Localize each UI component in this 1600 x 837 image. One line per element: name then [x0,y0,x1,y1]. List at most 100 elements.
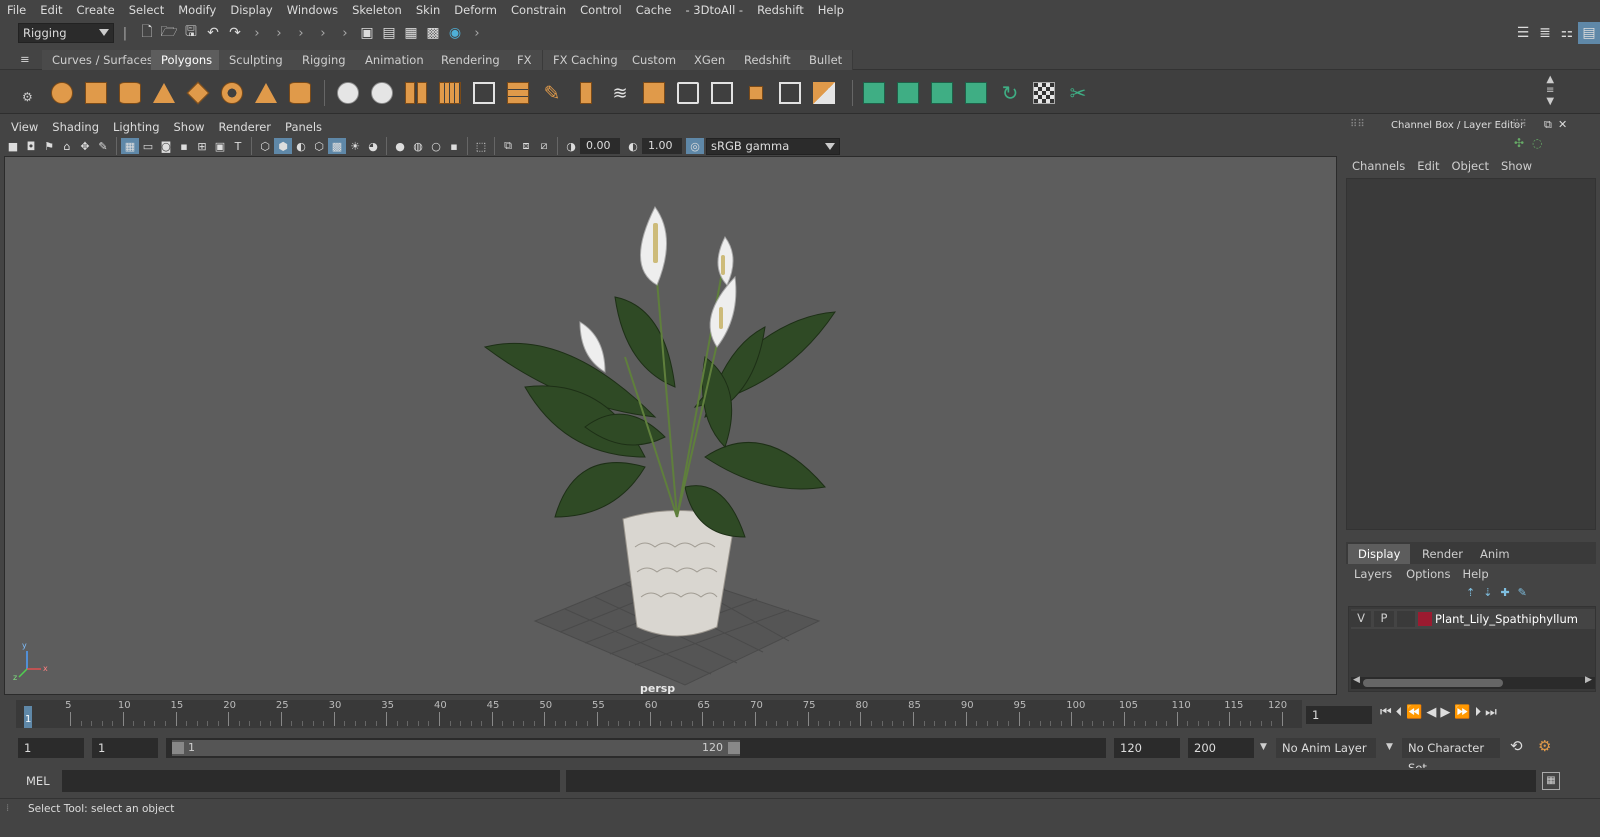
separate-icon[interactable] [368,79,396,107]
menu-cache[interactable]: Cache [629,3,679,17]
new-scene-icon[interactable]: 🗋 [136,22,158,44]
collapse-arrow-icon[interactable]: › [466,26,488,41]
playback-end-field[interactable]: 120 [1114,738,1180,758]
exposure-icon[interactable]: ◑ [562,138,580,154]
attribute-editor-icon[interactable]: ≣ [1534,22,1556,44]
range-end-grip[interactable] [728,742,740,754]
menuset-dropdown[interactable]: Rigging [18,23,114,43]
offset-edge-loop-icon[interactable] [708,79,736,107]
chevron-down-icon[interactable]: ▼ [1260,742,1267,752]
anim-layer-dropdown[interactable]: No Anim Layer [1276,738,1376,758]
layers-menu[interactable]: Layers [1346,567,1400,581]
anti-aliasing-icon[interactable]: ○ [427,138,445,154]
extrude-icon[interactable] [504,79,532,107]
camera-attributes-icon[interactable]: ◘ [22,138,40,154]
film-gate-icon[interactable]: ▭ [139,138,157,154]
render-settings-icon[interactable]: ▩ [422,22,444,44]
edit-menu[interactable]: Edit [1411,159,1445,173]
layer-row[interactable]: V P Plant_Lily_Spathiphyllum [1351,609,1595,629]
gamma-field[interactable]: 1.00 [642,138,682,154]
uv-unfold-icon[interactable]: ↻ [996,79,1024,107]
drag-handle-icon[interactable]: ⠿⠿ [1512,119,1527,130]
perspective-viewport[interactable]: y x z [4,156,1337,695]
save-scene-icon[interactable]: 🖫 [180,22,202,44]
select-camera-icon[interactable]: ■ [4,138,22,154]
gate-mask-icon[interactable]: ▪ [175,138,193,154]
2d-pan-zoom-icon[interactable]: ✥ [76,138,94,154]
tab-xgen[interactable]: XGen [684,50,737,70]
collapse-arrow-icon[interactable]: › [290,26,312,41]
drag-handle-icon[interactable]: ⠿⠿ [1350,119,1365,130]
append-polygon-icon[interactable] [776,79,804,107]
tab-polygons[interactable]: Polygons [151,50,224,70]
layer-color-swatch[interactable] [1418,612,1432,626]
move-layer-up-icon[interactable]: ⇡ [1466,586,1483,599]
channel-box-area[interactable] [1346,178,1596,530]
depth-of-field-icon[interactable]: ▪ [445,138,463,154]
collapse-arrow-icon[interactable]: › [268,26,290,41]
tool-settings-icon[interactable]: ⚏ [1556,22,1578,44]
motion-blur-icon[interactable]: ◍ [409,138,427,154]
menu-help[interactable]: Help [811,3,851,17]
color-management-icon[interactable]: ◎ [686,138,704,154]
menu-constrain[interactable]: Constrain [504,3,573,17]
layer-visibility-toggle[interactable]: V [1351,611,1371,627]
menu-skin[interactable]: Skin [409,3,447,17]
menu-create[interactable]: Create [70,3,122,17]
field-chart-icon[interactable]: ⊞ [193,138,211,154]
target-weld-icon[interactable] [572,79,600,107]
smooth-icon[interactable] [436,79,464,107]
boolean-icon[interactable] [810,79,838,107]
preferences-icon[interactable]: ⚙ [1538,737,1551,755]
bevel-icon[interactable] [470,79,498,107]
new-layer-icon[interactable]: ✚ [1500,586,1517,599]
tab-fx-caching[interactable]: FX Caching [543,50,629,70]
layer-type-toggle[interactable] [1397,611,1415,627]
poly-pyramid-icon[interactable] [252,79,280,107]
poly-sphere-icon[interactable] [48,79,76,107]
menu-control[interactable]: Control [573,3,629,17]
lights-icon[interactable]: ☀ [346,138,364,154]
command-language-label[interactable]: MEL [26,774,50,788]
new-layer-selected-icon[interactable]: ✎ [1518,586,1535,599]
poly-cube-icon[interactable] [82,79,110,107]
shelf-scroll-icon[interactable]: ▲ ≡ ▼ [1546,74,1554,107]
exposure-field[interactable]: 0.00 [580,138,620,154]
menu-windows[interactable]: Windows [280,3,345,17]
xray-joints-icon[interactable]: ⧄ [535,138,553,154]
color-space-dropdown[interactable]: sRGB gamma [706,137,840,155]
poly-plane-icon[interactable] [184,79,212,107]
tab-rendering[interactable]: Rendering [431,50,511,70]
character-set-dropdown[interactable]: No Character Set [1402,738,1500,775]
viewport-menu-lighting[interactable]: Lighting [106,120,166,134]
scrollbar-thumb[interactable] [1363,679,1503,687]
tab-rigging[interactable]: Rigging [292,50,357,70]
options-menu[interactable]: Options [1400,567,1456,581]
viewport-menu-shading[interactable]: Shading [45,120,106,134]
channel-box-icon[interactable]: ▤ [1578,22,1600,44]
play-backwards-icon[interactable]: ◀ [1426,705,1436,720]
menu-redshift[interactable]: Redshift [750,3,811,17]
grease-pencil-icon[interactable]: ✎ [94,138,112,154]
tab-sculpting[interactable]: Sculpting [219,50,294,70]
help-menu[interactable]: Help [1456,567,1494,581]
use-default-material-icon[interactable]: ◐ [292,138,310,154]
tab-display[interactable]: Display [1348,544,1411,564]
channels-menu[interactable]: Channels [1346,159,1411,173]
tab-animation[interactable]: Animation [355,50,435,70]
textured-icon[interactable]: ▩ [328,138,346,154]
menu-deform[interactable]: Deform [447,3,504,17]
move-layer-down-icon[interactable]: ⇣ [1483,586,1500,599]
time-slider[interactable]: 5 10 15 20 25 30 35 40 45 50 55 60 65 70 75 80 85 90 95 100… [16,700,1302,728]
multi-cut-icon[interactable]: ✎ [538,79,566,107]
viewport-menu-renderer[interactable]: Renderer [212,120,279,134]
float-panel-icon[interactable]: ⧉ [1544,118,1552,132]
smooth-shade-icon[interactable]: ⬢ [274,138,292,154]
collapse-arrow-icon[interactable]: › [312,26,334,41]
bookmark-icon[interactable]: ⚑ [40,138,58,154]
image-plane-icon[interactable]: ⌂ [58,138,76,154]
render-view-icon[interactable]: ▣ [356,22,378,44]
poly-pipe-icon[interactable] [286,79,314,107]
menu-skeleton[interactable]: Skeleton [345,3,409,17]
insert-edge-loop-icon[interactable] [674,79,702,107]
